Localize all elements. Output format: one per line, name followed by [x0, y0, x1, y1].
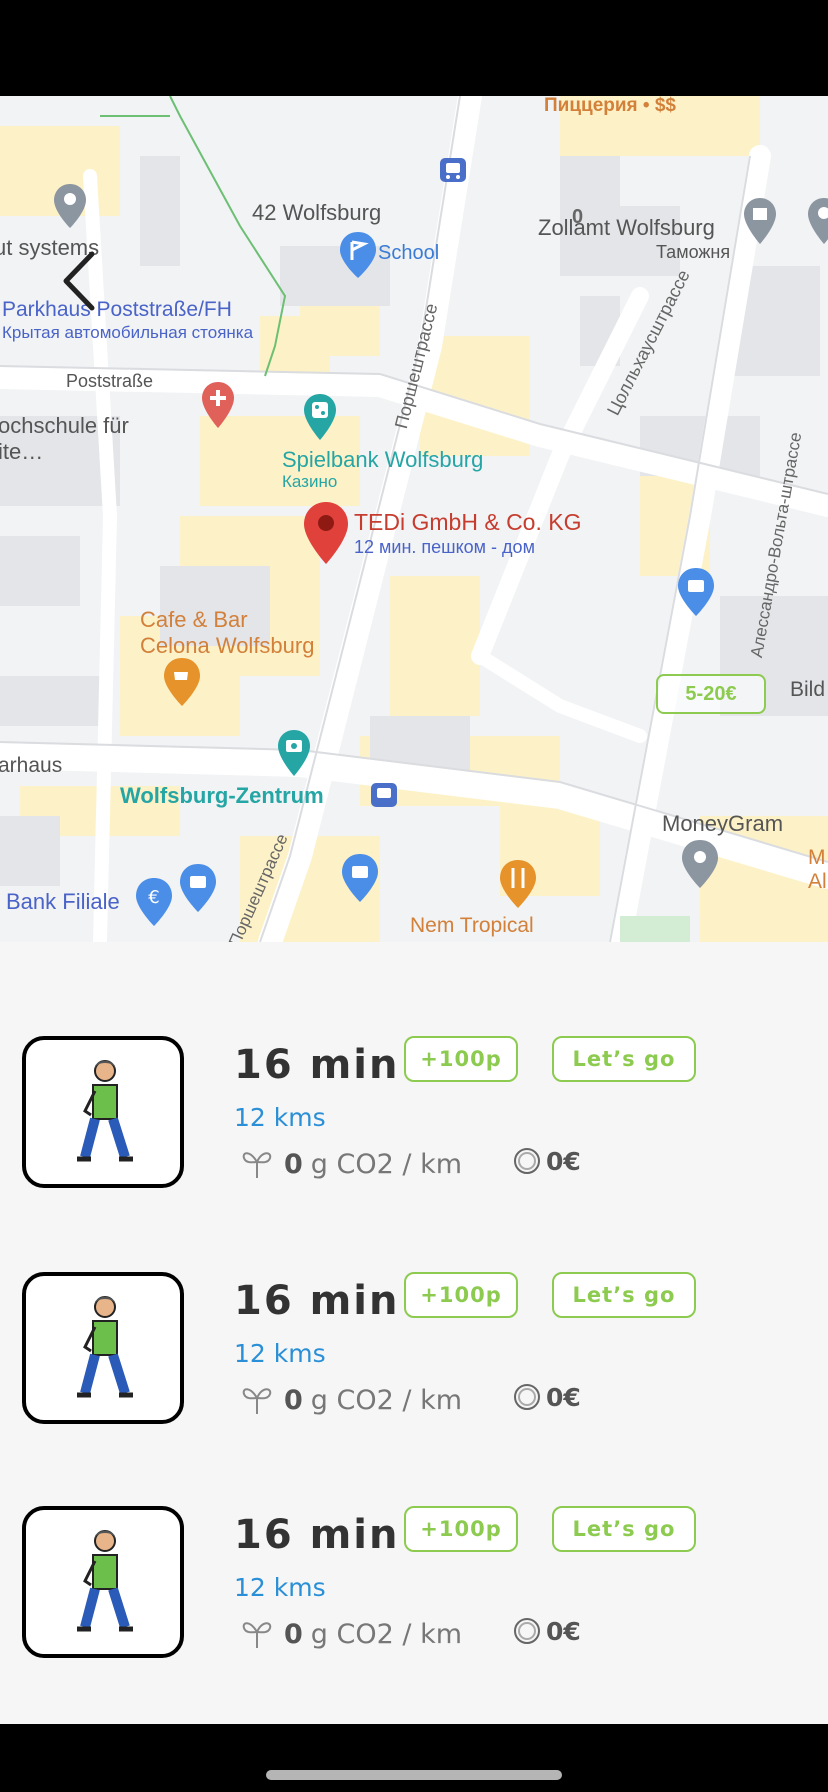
map-label-zero: 0	[572, 206, 584, 228]
shopping-pin-2-icon[interactable]	[178, 862, 218, 914]
status-bar	[0, 0, 828, 96]
route-cost: 0€	[512, 1382, 581, 1412]
lets-go-button[interactable]: Let’s go	[552, 1506, 696, 1552]
route-cost: 0€	[512, 1616, 581, 1646]
coin-icon	[514, 1148, 540, 1174]
map-label-school: School	[378, 242, 440, 264]
zollamt-pin-icon[interactable]	[742, 196, 778, 246]
co2-unit: g CO2 / km	[310, 1618, 462, 1650]
shopping-pin-icon[interactable]	[676, 566, 716, 618]
map-label-cafe-2: Celona Wolfsburg	[140, 633, 315, 658]
co2-row: 0 g CO2 / km	[240, 1380, 462, 1420]
co2-row: 0 g CO2 / km	[240, 1614, 462, 1654]
map-label-zollamt: Zollamt Wolfsburg	[538, 215, 715, 240]
route-duration: 16 min	[234, 1042, 400, 1088]
lets-go-button[interactable]: Let’s go	[552, 1036, 696, 1082]
shopping-pin-3-icon[interactable]	[340, 852, 380, 904]
leaf-icon	[242, 1388, 272, 1414]
cost-value: 0€	[546, 1382, 581, 1412]
route-cost: 0€	[512, 1146, 581, 1176]
lets-go-button[interactable]: Let’s go	[552, 1272, 696, 1318]
walking-mode-avatar	[22, 1272, 184, 1424]
coin-icon	[514, 1618, 540, 1644]
navigation-bar	[0, 1724, 828, 1792]
map-label-parkhaus-ru: Крытая автомобильная стоянка	[2, 323, 254, 342]
route-option[interactable]: 16 min 12 kms +100p Let’s go 0 g CO2 / k…	[0, 1036, 828, 1216]
map-label-42-wolfsburg: 42 Wolfsburg	[252, 200, 382, 225]
casino-pin-icon[interactable]	[302, 392, 338, 442]
map-label-tedi: TEDi GmbH & Co. KG	[354, 509, 582, 535]
destination-marker-icon[interactable]	[302, 500, 350, 566]
cost-value: 0€	[546, 1616, 581, 1646]
map-label-cafe: Cafe & Bar	[140, 607, 248, 632]
pedestrian-icon	[77, 1530, 133, 1632]
map-label-moneygram: MoneyGram	[662, 811, 784, 836]
restaurant-pin-icon[interactable]	[498, 858, 538, 910]
cost-value: 0€	[546, 1146, 581, 1176]
map-label-spielbank-ru: Казино	[282, 472, 338, 491]
school-pin-icon[interactable]	[338, 230, 378, 280]
map-label-hochschule-2: ite…	[0, 439, 44, 464]
route-distance: 12 kms	[234, 1339, 326, 1368]
map-label-zentrum: Wolfsburg-Zentrum	[120, 783, 324, 808]
route-duration: 16 min	[234, 1512, 400, 1558]
map-label-pizzeria: Пиццерия • $$	[544, 96, 676, 116]
bank-pin-icon[interactable]: €	[134, 876, 174, 928]
walking-mode-avatar	[22, 1506, 184, 1658]
svg-text:€: €	[148, 887, 159, 908]
co2-value: 0	[284, 1618, 303, 1650]
moneygram-pin-icon[interactable]	[680, 838, 720, 890]
walking-mode-avatar	[22, 1036, 184, 1188]
route-option[interactable]: 16 min 12 kms +100p Let’s go 0 g CO2 / k…	[0, 1272, 828, 1452]
co2-unit: g CO2 / km	[310, 1148, 462, 1180]
map-label-hochschule: ochschule für	[0, 413, 129, 438]
route-distance: 12 kms	[234, 1573, 326, 1602]
bus-stop-2-icon[interactable]	[370, 782, 398, 808]
points-badge: +100p	[404, 1272, 518, 1318]
points-badge: +100p	[404, 1036, 518, 1082]
map-label-bild: Bild	[790, 678, 826, 701]
hospital-pin-icon[interactable]	[200, 380, 236, 430]
parking-price-tag[interactable]: 5-20€	[656, 674, 766, 714]
cafe-pin-icon[interactable]	[162, 656, 202, 708]
map-label-spielbank: Spielbank Wolfsburg	[282, 447, 484, 472]
map-label-arhaus: arhaus	[0, 754, 63, 777]
route-duration: 16 min	[234, 1278, 400, 1324]
map-label-parkhaus: Parkhaus Poststraße/FH	[2, 298, 232, 321]
photo-pin-icon[interactable]	[276, 728, 312, 778]
map-label-m: M	[808, 846, 826, 869]
map-label-poststrasse: Poststraße	[66, 371, 154, 391]
co2-row: 0 g CO2 / km	[240, 1144, 462, 1184]
co2-value: 0	[284, 1148, 303, 1180]
leaf-icon	[242, 1622, 272, 1648]
map-label-zollamt-ru: Таможня	[656, 242, 731, 262]
route-options-list: 16 min 12 kms +100p Let’s go 0 g CO2 / k…	[0, 942, 828, 1724]
grey-pin-edge-icon[interactable]	[806, 196, 828, 246]
chevron-left-icon	[63, 251, 95, 311]
home-indicator[interactable]	[266, 1770, 562, 1780]
back-button[interactable]	[52, 246, 108, 316]
co2-value: 0	[284, 1384, 303, 1416]
pedestrian-icon	[77, 1060, 133, 1162]
pedestrian-icon	[77, 1296, 133, 1398]
bus-stop-icon[interactable]	[438, 156, 468, 184]
map-label-nem: Nem Tropical	[410, 914, 534, 937]
map-label-tedi-sub: 12 мин. пешком - дом	[354, 537, 535, 557]
points-badge: +100p	[404, 1506, 518, 1552]
co2-unit: g CO2 / km	[310, 1384, 462, 1416]
grey-place-pin-icon[interactable]	[52, 182, 88, 230]
route-option[interactable]: 16 min 12 kms +100p Let’s go 0 g CO2 / k…	[0, 1506, 828, 1686]
map-view[interactable]: Пиццерия • $$ 42 Wolfsburg School Zollam…	[0, 96, 828, 942]
map-label-al: Al	[808, 870, 827, 893]
leaf-icon	[242, 1152, 272, 1178]
coin-icon	[514, 1384, 540, 1410]
map-label-bank: Bank Filiale	[6, 889, 120, 914]
route-distance: 12 kms	[234, 1103, 326, 1132]
